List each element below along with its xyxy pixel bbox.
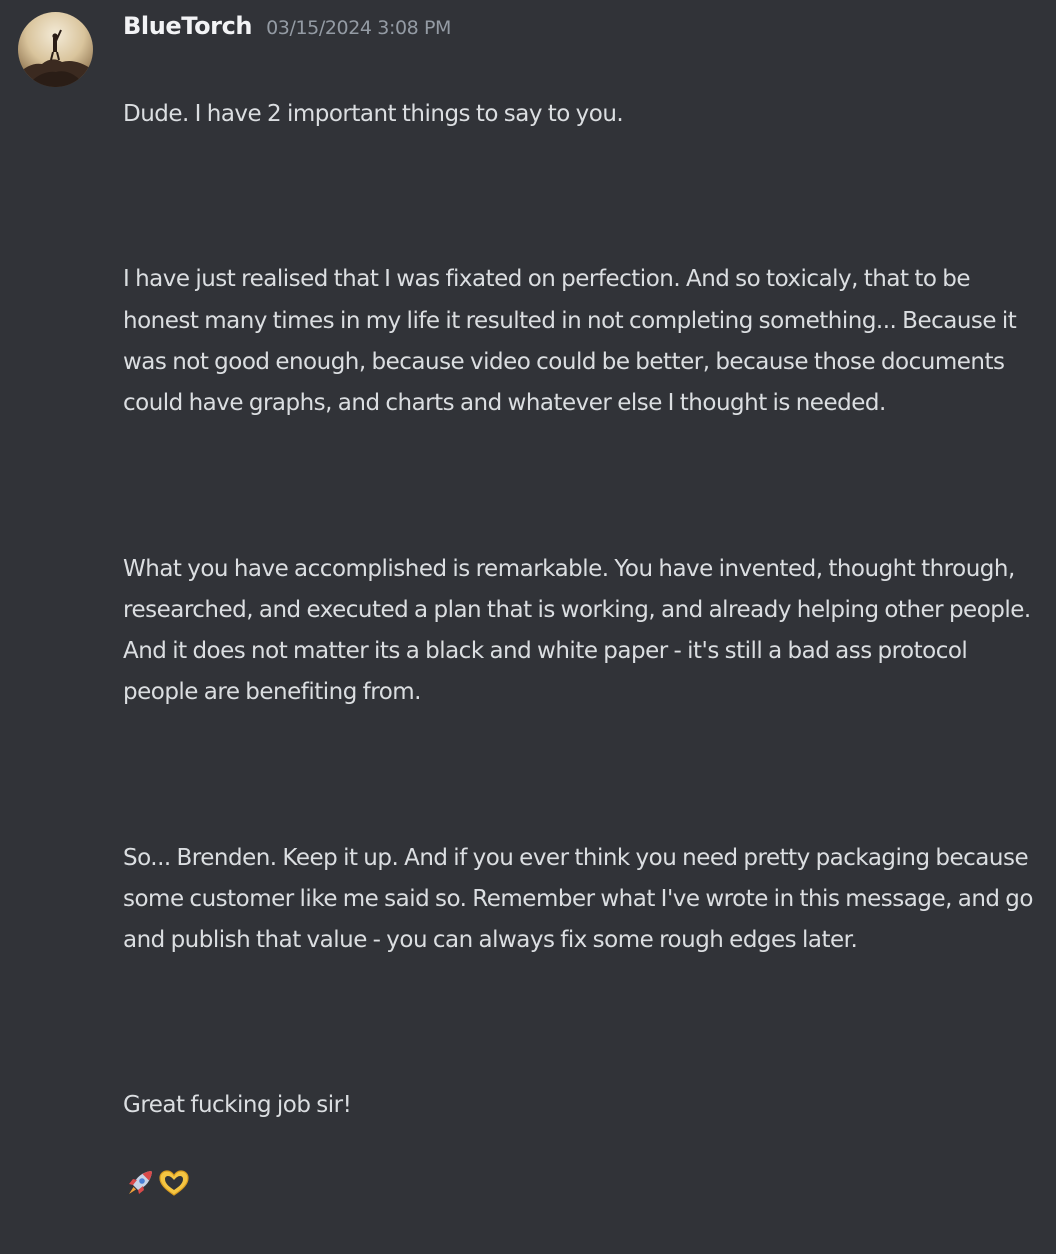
- message-paragraph: Dude. I have 2 important things to say t…: [123, 101, 624, 128]
- message-paragraph: I have just realised that I was fixated …: [123, 266, 1017, 417]
- avatar-image: [18, 12, 93, 87]
- message-paragraph: Great fucking job sir!: [123, 1092, 352, 1119]
- message-paragraph: What you have accomplished is remarkable…: [123, 555, 1031, 706]
- message-body: Dude. I have 2 important things to say t…: [123, 53, 1048, 1254]
- message-paragraph-last: Great fucking job sir!: [123, 1085, 1048, 1212]
- message-paragraph: So... Brenden. Keep it up. And if you ev…: [123, 844, 1033, 954]
- avatar[interactable]: [18, 12, 93, 87]
- message-content: BlueTorch 03/15/2024 3:08 PM Dude. I hav…: [123, 12, 1048, 1254]
- message-header: BlueTorch 03/15/2024 3:08 PM: [123, 12, 1048, 46]
- chat-message: BlueTorch 03/15/2024 3:08 PM Dude. I hav…: [0, 0, 1056, 1196]
- rocket-emoji[interactable]: [125, 1127, 155, 1213]
- timestamp[interactable]: 03/15/2024 3:08 PM: [266, 17, 451, 39]
- heart-hands-emoji[interactable]: [157, 1127, 191, 1213]
- username[interactable]: BlueTorch: [123, 12, 253, 40]
